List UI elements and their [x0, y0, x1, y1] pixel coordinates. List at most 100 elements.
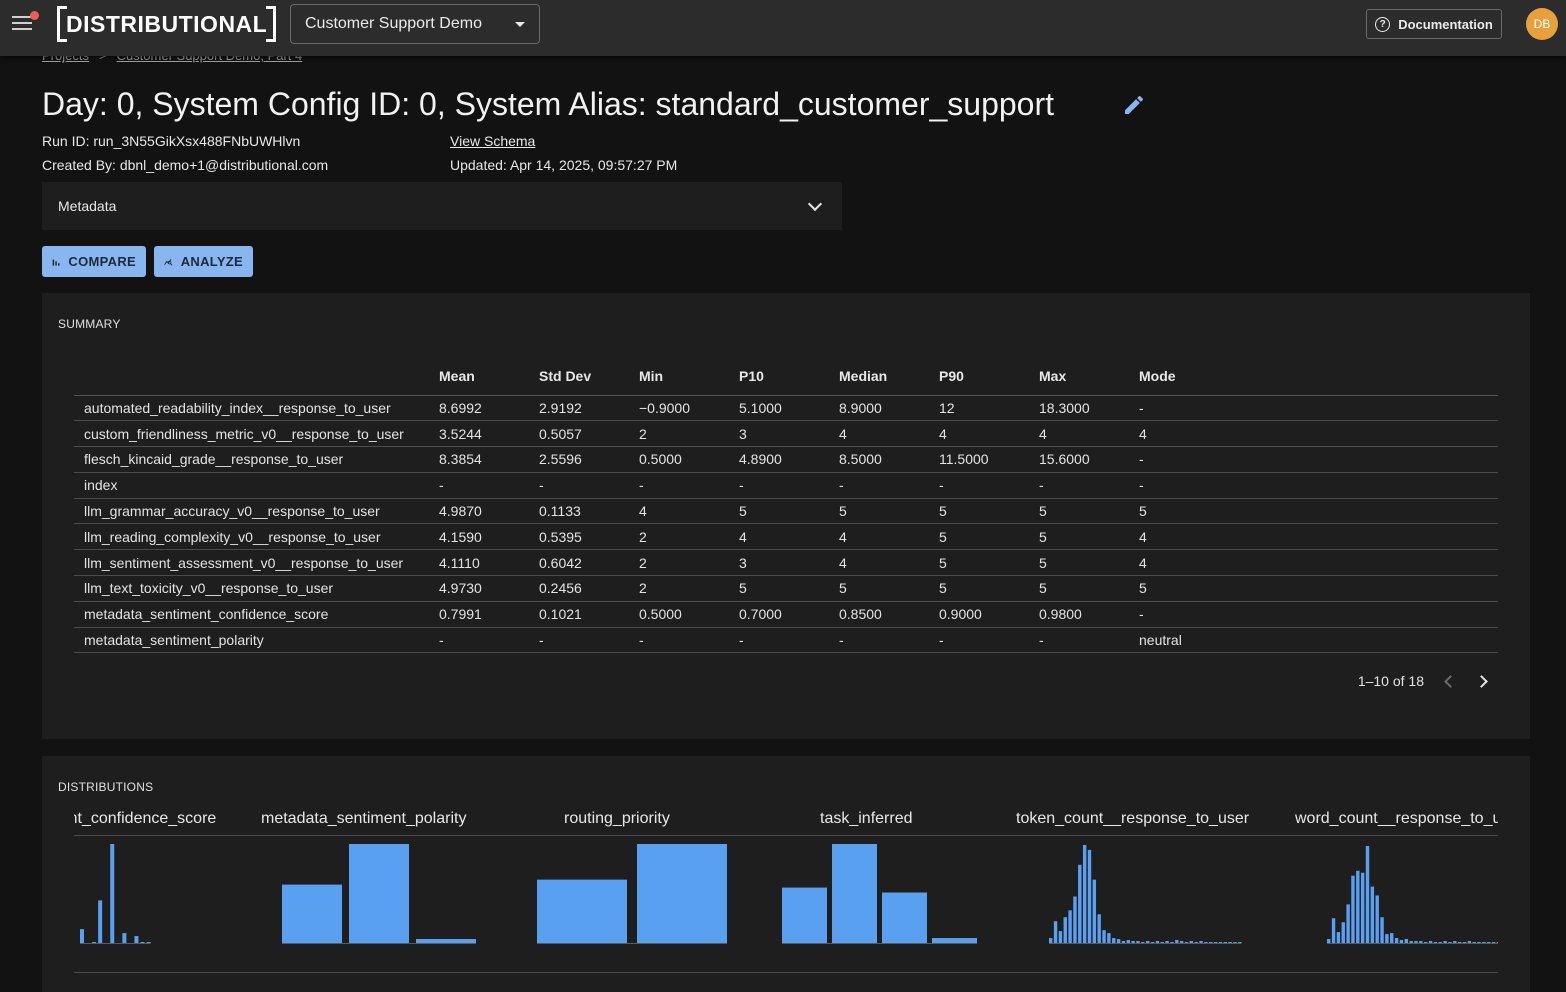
histogram-bar: [1194, 942, 1198, 943]
histogram-bar: [1213, 942, 1218, 943]
histogram-bar: [637, 844, 727, 943]
histogram-bar: [1223, 942, 1227, 943]
histogram-bar: [1390, 933, 1394, 943]
histogram-bar: [1360, 872, 1365, 943]
stat-cell: 5: [929, 575, 1029, 602]
stat-cell: -: [1129, 395, 1498, 422]
column-header[interactable]: P10: [729, 357, 829, 396]
histogram-bar: [1472, 942, 1476, 943]
stat-cell: 5: [1129, 575, 1498, 602]
histogram-bar: [416, 939, 476, 943]
column-header[interactable]: P90: [929, 357, 1029, 396]
column-header[interactable]: Median: [829, 357, 929, 396]
histogram-bar: [1467, 941, 1472, 943]
summary-card: SUMMARY Mean Std Dev Min P10 Median P90 …: [42, 293, 1530, 739]
histogram-bar: [92, 942, 97, 943]
histogram-bar: [1209, 942, 1213, 943]
stat-cell: 5: [929, 498, 1029, 525]
metadata-accordion[interactable]: Metadata: [42, 182, 842, 230]
stat-cell: 11.5000: [929, 446, 1029, 473]
table-row[interactable]: custom_friendliness_metric_v0__response_…: [74, 420, 1498, 448]
table-row[interactable]: llm_sentiment_assessment_v0__response_to…: [74, 549, 1498, 577]
stat-cell: 4: [829, 420, 929, 448]
summary-table: Mean Std Dev Min P10 Median P90 Max Mode…: [74, 357, 1498, 654]
histogram-bar: [832, 844, 877, 943]
histogram-bar: [1433, 942, 1438, 943]
column-header[interactable]: Std Dev: [529, 357, 629, 396]
histogram-bar: [1184, 942, 1189, 943]
stat-cell: -: [1029, 472, 1129, 499]
histogram-bar: [1394, 938, 1399, 943]
previous-page-icon[interactable]: [1444, 674, 1457, 688]
histogram-bar: [1482, 942, 1486, 943]
metric-name-cell: llm_text_toxicity_v0__response_to_user: [74, 575, 429, 602]
histogram-bar: [1218, 942, 1223, 943]
stat-cell: 4: [729, 523, 829, 551]
stat-cell: 4: [829, 523, 929, 551]
table-row[interactable]: metadata_sentiment_polarity - - - - - - - neutra…: [74, 627, 1498, 654]
histogram-bar: [1160, 942, 1164, 943]
column-header[interactable]: Min: [629, 357, 729, 396]
histogram-bar: [1453, 941, 1457, 943]
histogram-bar: [1424, 942, 1428, 943]
stat-cell: -: [1129, 601, 1498, 628]
stat-cell: 8.9000: [829, 395, 929, 422]
stat-cell: 5: [829, 498, 929, 525]
column-header[interactable]: Mode: [1129, 357, 1498, 396]
stat-cell: 2: [629, 523, 729, 551]
table-row[interactable]: index - - - - - - - -: [74, 472, 1498, 499]
table-row[interactable]: llm_grammar_accuracy_v0__response_to_use…: [74, 498, 1498, 525]
column-header[interactable]: Max: [1029, 357, 1129, 396]
histogram-bar: [1327, 939, 1331, 943]
histogram-bar: [1073, 896, 1077, 943]
stat-cell: -: [729, 472, 829, 499]
stat-cell: -: [629, 627, 729, 654]
stat-cell: 5: [829, 575, 929, 602]
app-logo[interactable]: DISTRIBUTIONAL: [57, 6, 277, 42]
stat-cell: 4: [929, 420, 1029, 448]
distribution-title: metadata_sentiment_polarity: [261, 810, 467, 827]
analyze-button[interactable]: ANALYZE: [154, 246, 253, 277]
stat-cell: 4: [1129, 523, 1498, 551]
table-row[interactable]: llm_text_toxicity_v0__response_to_user 4.…: [74, 575, 1498, 602]
table-row[interactable]: automated_readability_index__response_to…: [74, 395, 1498, 422]
histogram-bar: [1116, 939, 1121, 943]
distribution-title: token_count__response_to_user: [1016, 810, 1250, 827]
metric-name-cell: llm_sentiment_assessment_v0__response_to…: [74, 549, 429, 577]
stat-cell: 8.5000: [829, 446, 929, 473]
stat-cell: 4.9730: [429, 575, 529, 602]
project-select[interactable]: Customer Support Demo: [290, 4, 540, 44]
stat-cell: 4: [629, 498, 729, 525]
documentation-button[interactable]: ? Documentation: [1366, 9, 1502, 39]
histogram-bar: [1380, 917, 1384, 943]
histogram-bar: [1351, 875, 1355, 943]
histogram-bar: [782, 887, 827, 943]
table-row[interactable]: llm_reading_complexity_v0__response_to_u…: [74, 523, 1498, 551]
column-header[interactable]: Mean: [429, 357, 529, 396]
stat-cell: 4: [1129, 420, 1498, 448]
histogram-bar: [1404, 939, 1408, 943]
histogram-bar: [1496, 942, 1498, 943]
distributions-strip[interactable]: metadata_sentiment_confidence_score metad…: [74, 806, 1498, 976]
table-row[interactable]: metadata_sentiment_confidence_score 0.799…: [74, 601, 1498, 628]
metric-name-cell: index: [74, 472, 429, 499]
stat-cell: 0.7991: [429, 601, 529, 628]
histogram-bar: [1356, 870, 1360, 943]
stat-cell: 4.8900: [729, 446, 829, 473]
histogram-bar: [1428, 941, 1433, 943]
stat-cell: 5: [1029, 523, 1129, 551]
next-page-icon[interactable]: [1475, 674, 1488, 688]
compare-button[interactable]: COMPARE: [42, 246, 146, 277]
view-schema-link[interactable]: View Schema: [450, 133, 535, 149]
analyze-label: ANALYZE: [180, 254, 243, 269]
user-avatar[interactable]: DB: [1526, 8, 1558, 40]
stat-cell: -: [429, 472, 529, 499]
stat-cell: 3.5244: [429, 420, 529, 448]
edit-pencil-icon[interactable]: [1122, 93, 1146, 117]
run-id: Run ID: run_3N55GikXsx488FNbUWHlvn: [42, 133, 301, 149]
stat-cell: 0.5000: [629, 446, 729, 473]
stat-cell: 5: [929, 549, 1029, 577]
table-row[interactable]: flesch_kincaid_grade__response_to_user 8.…: [74, 446, 1498, 473]
stat-cell: 0.2456: [529, 575, 629, 602]
stat-cell: 0.8500: [829, 601, 929, 628]
